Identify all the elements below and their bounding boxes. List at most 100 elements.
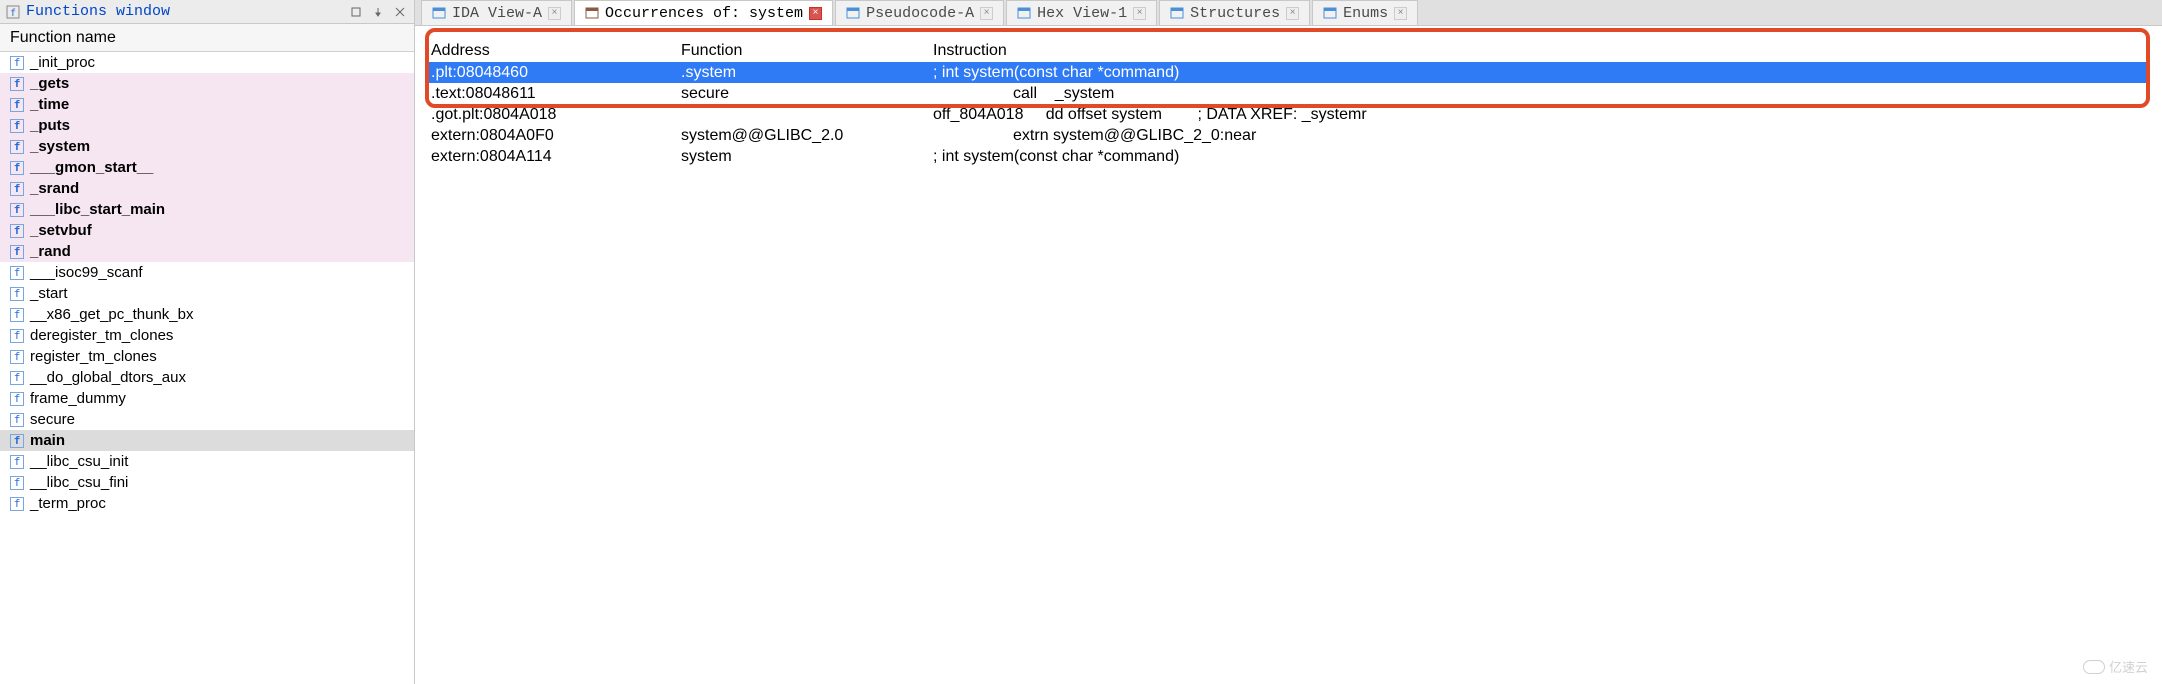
function-row[interactable]: f___gmon_start__: [0, 157, 414, 178]
tab-close-icon[interactable]: ×: [548, 7, 561, 20]
col-function[interactable]: Function: [681, 42, 933, 60]
cell-function: secure: [681, 85, 933, 103]
undock-button[interactable]: [348, 5, 364, 19]
function-name: ___libc_start_main: [30, 201, 165, 218]
function-name: secure: [30, 411, 75, 428]
function-name: __libc_csu_fini: [30, 474, 128, 491]
tab-close-icon[interactable]: ×: [1133, 7, 1146, 20]
function-row[interactable]: f _rand: [0, 241, 414, 262]
tab-label: Enums: [1343, 5, 1388, 22]
function-row[interactable]: f_puts: [0, 115, 414, 136]
functions-column-header[interactable]: Function name: [0, 24, 414, 52]
occurrences-table-header[interactable]: Address Function Instruction: [427, 40, 2150, 62]
function-row[interactable]: f _system: [0, 136, 414, 157]
cell-instruction: ; int system(const char *command): [933, 148, 2146, 166]
function-row[interactable]: fderegister_tm_clones: [0, 325, 414, 346]
view-icon: [846, 6, 860, 20]
tab-label: Occurrences of: system: [605, 5, 803, 22]
cell-address: .plt:08048460: [431, 64, 681, 82]
function-row[interactable]: fframe_dummy: [0, 388, 414, 409]
view-icon: [1170, 6, 1184, 20]
tab-close-icon[interactable]: ×: [809, 7, 822, 20]
pin-button[interactable]: [370, 5, 386, 19]
cell-address: extern:0804A0F0: [431, 127, 681, 145]
function-name: _system: [30, 138, 90, 155]
cell-instruction: ; int system(const char *command): [933, 64, 2146, 82]
function-name: ___isoc99_scanf: [30, 264, 143, 281]
function-icon: f: [10, 287, 24, 301]
function-name: _start: [30, 285, 68, 302]
cell-instruction: off_804A018 dd offset system ; DATA XREF…: [933, 106, 2146, 124]
function-row[interactable]: f _time: [0, 94, 414, 115]
tab[interactable]: Enums ×: [1312, 0, 1418, 25]
function-row[interactable]: f_srand: [0, 178, 414, 199]
function-name: __libc_csu_init: [30, 453, 128, 470]
col-instruction[interactable]: Instruction: [933, 42, 2146, 60]
function-row[interactable]: fmain: [0, 430, 414, 451]
tab-close-icon[interactable]: ×: [1286, 7, 1299, 20]
function-icon: f: [10, 161, 24, 175]
tab-label: IDA View-A: [452, 5, 542, 22]
function-row[interactable]: fsecure: [0, 409, 414, 430]
tab[interactable]: Hex View-1×: [1006, 0, 1157, 25]
cell-address: .got.plt:0804A018: [431, 106, 681, 124]
function-icon: f: [10, 245, 24, 259]
close-button[interactable]: [392, 5, 408, 19]
cell-function: system@@GLIBC_2.0: [681, 127, 933, 145]
function-name: __do_global_dtors_aux: [30, 369, 186, 386]
function-row[interactable]: f ___isoc99_scanf: [0, 262, 414, 283]
function-row[interactable]: fregister_tm_clones: [0, 346, 414, 367]
function-name: __x86_get_pc_thunk_bx: [30, 306, 193, 323]
function-icon: f: [10, 476, 24, 490]
functions-list[interactable]: f_init_procf_getsf_timef_putsf_systemf__…: [0, 52, 414, 684]
function-row[interactable]: f __do_global_dtors_aux: [0, 367, 414, 388]
function-row[interactable]: f _start: [0, 283, 414, 304]
function-row[interactable]: f __libc_csu_fini: [0, 472, 414, 493]
function-icon: f: [10, 203, 24, 217]
function-icon: f: [10, 224, 24, 238]
col-address[interactable]: Address: [431, 42, 681, 60]
functions-column-label: Function name: [10, 29, 116, 47]
functions-window-title: Functions window: [26, 3, 170, 20]
function-row[interactable]: f_init_proc: [0, 52, 414, 73]
function-name: _rand: [30, 243, 71, 260]
function-icon: f: [10, 350, 24, 364]
function-icon: f: [10, 140, 24, 154]
occurrence-row[interactable]: .got.plt:0804A018 off_804A018 dd offset s…: [427, 104, 2150, 125]
occurrence-row[interactable]: .text:08048611secure call _system: [427, 83, 2150, 104]
tab[interactable]: Pseudocode-A ×: [835, 0, 1004, 25]
function-row[interactable]: f__libc_csu_init: [0, 451, 414, 472]
function-name: _term_proc: [30, 495, 106, 512]
cell-instruction: call _system: [933, 85, 2146, 103]
occurrence-row[interactable]: .plt:08048460.system; int system(const c…: [427, 62, 2150, 83]
function-icon: f: [10, 98, 24, 112]
function-name: _time: [30, 96, 69, 113]
function-name: deregister_tm_clones: [30, 327, 173, 344]
function-row[interactable]: f _term_proc: [0, 493, 414, 514]
tab-label: Pseudocode-A: [866, 5, 974, 22]
function-row[interactable]: f_setvbuf: [0, 220, 414, 241]
function-icon: f: [10, 56, 24, 70]
view-icon: [1323, 6, 1337, 20]
tab[interactable]: Structures×: [1159, 0, 1310, 25]
search-icon: [585, 6, 599, 20]
cell-address: extern:0804A114: [431, 148, 681, 166]
occurrence-row[interactable]: extern:0804A114system; int system(const …: [427, 146, 2150, 167]
function-name: _puts: [30, 117, 70, 134]
watermark-text: 亿速云: [2109, 657, 2148, 676]
function-icon: f: [10, 371, 24, 385]
tab[interactable]: Occurrences of: system ×: [574, 0, 833, 25]
function-icon: f: [10, 497, 24, 511]
functions-window-icon: f: [6, 5, 20, 19]
function-icon: f: [10, 266, 24, 280]
function-row[interactable]: f_gets: [0, 73, 414, 94]
function-icon: f: [10, 77, 24, 91]
occurrences-table: Address Function Instruction .plt:080484…: [427, 40, 2150, 167]
occurrence-row[interactable]: extern:0804A0F0system@@GLIBC_2.0 extrn s…: [427, 125, 2150, 146]
tab-close-icon[interactable]: ×: [980, 7, 993, 20]
function-row[interactable]: f ___libc_start_main: [0, 199, 414, 220]
svg-text:f: f: [10, 8, 16, 19]
function-row[interactable]: f__x86_get_pc_thunk_bx: [0, 304, 414, 325]
tab-close-icon[interactable]: ×: [1394, 7, 1407, 20]
tab[interactable]: IDA View-A ×: [421, 0, 572, 25]
